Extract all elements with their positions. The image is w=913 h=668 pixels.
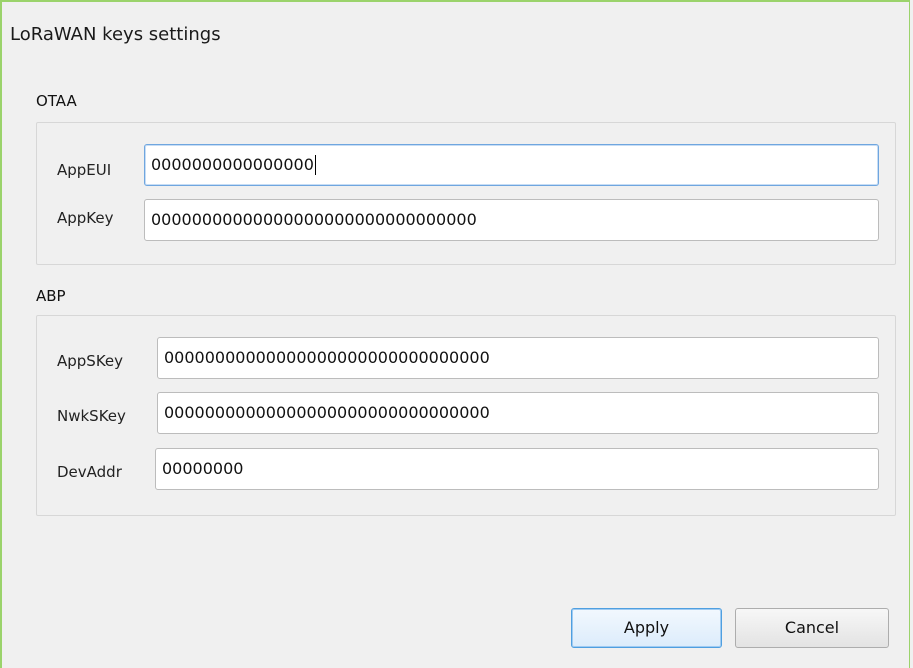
appkey-input[interactable]: 00000000000000000000000000000000 [144, 199, 879, 241]
dialog-title: LoRaWAN keys settings [10, 24, 221, 45]
appskey-input[interactable]: 00000000000000000000000000000000 [157, 337, 879, 379]
appeui-value: 0000000000000000 [151, 155, 314, 174]
apply-button[interactable]: Apply [571, 608, 722, 648]
nwkskey-input[interactable]: 00000000000000000000000000000000 [157, 392, 879, 434]
abp-section-label: ABP [36, 287, 66, 305]
text-caret [314, 154, 316, 175]
devaddr-label: DevAddr [57, 463, 122, 481]
appkey-label: AppKey [57, 209, 114, 227]
devaddr-input[interactable]: 00000000 [155, 448, 879, 490]
lorawan-keys-dialog: LoRaWAN keys settings OTAA AppEUI 000000… [0, 0, 910, 668]
appeui-input[interactable]: 0000000000000000 [144, 144, 879, 186]
otaa-group: AppEUI 0000000000000000 AppKey 000000000… [36, 122, 896, 265]
abp-group: AppSKey 00000000000000000000000000000000… [36, 315, 896, 516]
nwkskey-label: NwkSKey [57, 407, 126, 425]
appeui-label: AppEUI [57, 161, 112, 179]
cancel-button[interactable]: Cancel [735, 608, 889, 648]
appskey-label: AppSKey [57, 352, 124, 370]
otaa-section-label: OTAA [36, 92, 77, 110]
